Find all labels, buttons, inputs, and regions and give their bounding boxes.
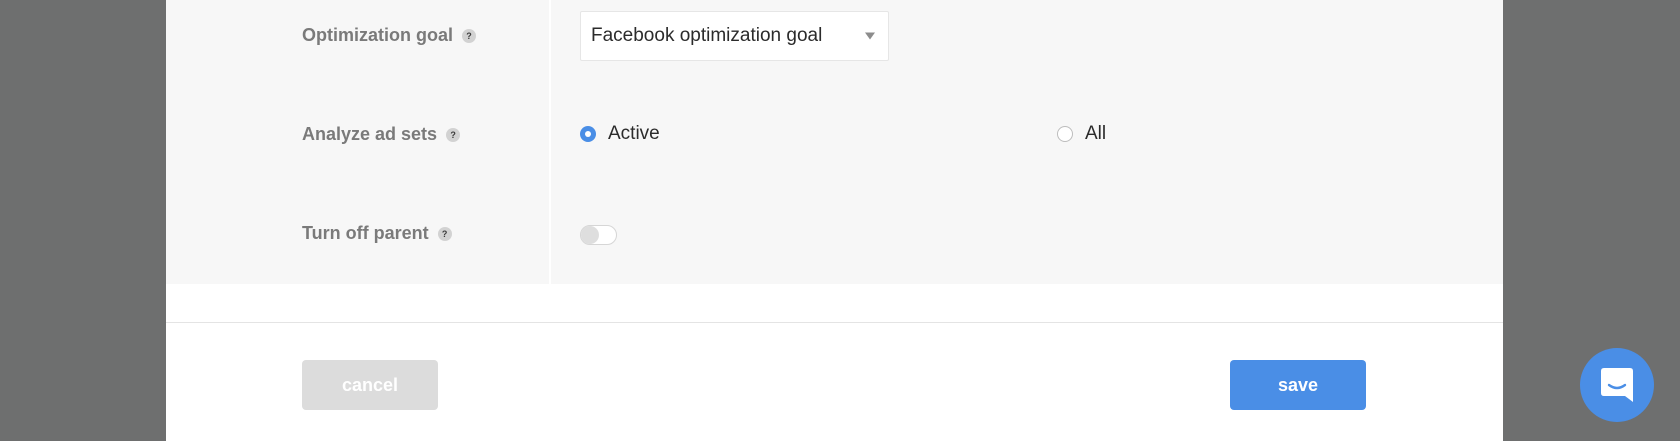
optimization-goal-select[interactable]: Facebook optimization goal bbox=[580, 11, 889, 61]
optimization-goal-select-value: Facebook optimization goal bbox=[591, 25, 823, 46]
radio-option-all[interactable]: All bbox=[1057, 123, 1106, 145]
analyze-ad-sets-label: Analyze ad sets ? bbox=[302, 124, 461, 145]
cancel-button[interactable]: cancel bbox=[302, 360, 438, 410]
settings-form: Optimization goal ? Facebook optimizatio… bbox=[166, 0, 1503, 284]
radio-option-active[interactable]: Active bbox=[580, 123, 660, 145]
analyze-ad-sets-help-icon[interactable]: ? bbox=[446, 127, 461, 142]
radio-all-icon[interactable] bbox=[1057, 126, 1073, 142]
column-divider bbox=[549, 0, 551, 284]
turn-off-parent-label-text: Turn off parent bbox=[302, 223, 429, 243]
turn-off-parent-toggle[interactable] bbox=[580, 225, 617, 245]
optimization-goal-label: Optimization goal ? bbox=[302, 25, 476, 46]
radio-all-label: All bbox=[1085, 123, 1107, 144]
radio-active-icon[interactable] bbox=[580, 126, 596, 142]
chevron-down-icon bbox=[865, 32, 875, 40]
optimization-goal-help-icon[interactable]: ? bbox=[462, 28, 476, 43]
analyze-ad-sets-label-text: Analyze ad sets bbox=[302, 124, 438, 144]
chat-launcher-button[interactable] bbox=[1580, 348, 1654, 422]
save-button[interactable]: save bbox=[1230, 360, 1366, 410]
settings-modal: Optimization goal ? Facebook optimizatio… bbox=[166, 0, 1503, 441]
turn-off-parent-label: Turn off parent ? bbox=[302, 223, 452, 244]
footer-divider bbox=[166, 322, 1503, 323]
radio-active-label: Active bbox=[608, 123, 660, 144]
optimization-goal-label-text: Optimization goal bbox=[302, 25, 453, 45]
chat-bubble-icon bbox=[1601, 368, 1633, 402]
toggle-knob bbox=[581, 226, 599, 244]
turn-off-parent-help-icon[interactable]: ? bbox=[437, 226, 452, 241]
